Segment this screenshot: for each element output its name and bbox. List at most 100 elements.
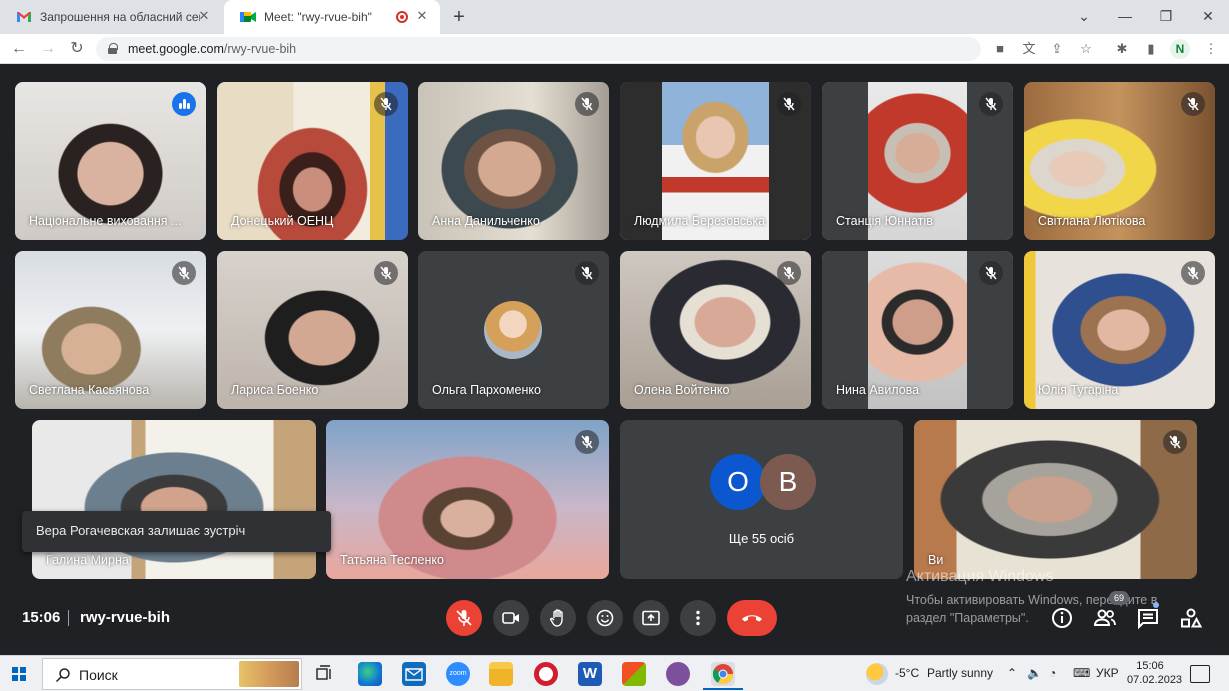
taskbar-clock[interactable]: 15:06 07.02.2023	[1127, 659, 1182, 687]
volume-icon[interactable]: 🔈	[1027, 666, 1042, 680]
speaking-indicator-icon	[172, 92, 196, 116]
mic-off-icon	[979, 92, 1003, 116]
search-icon	[55, 668, 70, 683]
opera-icon[interactable]	[534, 662, 558, 686]
share-icon[interactable]: ⇪	[1047, 39, 1067, 59]
reload-button[interactable]: ↻	[66, 38, 88, 60]
more-participants-label: Ще 55 осіб	[728, 531, 795, 546]
participant-tile[interactable]: Національне виховання ...	[15, 82, 206, 240]
tab-meet[interactable]: Meet: "rwy-rvue-bih" ✕	[224, 0, 440, 34]
url-text: meet.google.com/rwy-rvue-bih	[128, 42, 296, 56]
chrome-taskbar-icon[interactable]	[711, 662, 735, 686]
chat-icon[interactable]	[1136, 606, 1160, 630]
close-window-button[interactable]: ✕	[1196, 6, 1220, 26]
self-tile[interactable]: Ви	[914, 420, 1197, 579]
meeting-details-icon[interactable]	[1050, 606, 1074, 630]
present-button[interactable]	[633, 600, 669, 636]
raise-hand-button[interactable]	[540, 600, 576, 636]
leave-call-button[interactable]	[727, 600, 777, 636]
new-tab-button[interactable]: +	[449, 5, 469, 29]
bookmark-star-icon[interactable]: ☆	[1076, 39, 1096, 59]
participant-name: Олена Войтенко	[634, 383, 730, 397]
mic-toggle-button[interactable]	[446, 600, 482, 636]
camera-in-use-icon[interactable]: ■	[990, 39, 1010, 59]
weather-icon[interactable]	[866, 663, 888, 685]
side-panel-icon[interactable]: ▮	[1141, 39, 1161, 59]
meet-icon	[240, 9, 256, 25]
mic-off-icon	[979, 261, 1003, 285]
emoji-icon	[596, 609, 614, 627]
participant-name: Лариса Боенко	[231, 383, 319, 397]
weather-temp[interactable]: -5°C	[895, 666, 919, 680]
url-path: /rwy-rvue-bih	[223, 42, 297, 56]
participant-tile[interactable]: Анна Данильченко	[418, 82, 609, 240]
participant-tile[interactable]: Нина Авилова	[822, 251, 1013, 409]
tab-search-icon[interactable]: ⌄	[1072, 6, 1096, 26]
divider	[68, 610, 69, 626]
participant-tile[interactable]: Донецький ОЕНЦ	[217, 82, 408, 240]
word-icon[interactable]: W	[578, 662, 602, 686]
participant-tile[interactable]: Світлана Лютікова	[1024, 82, 1215, 240]
video-camera-icon	[502, 612, 519, 624]
store-icon[interactable]	[622, 662, 646, 686]
reactions-button[interactable]	[587, 600, 623, 636]
weather-text[interactable]: Partly sunny	[927, 666, 993, 680]
wifi-icon[interactable]: ◔	[1049, 666, 1056, 680]
participant-tile[interactable]: Ольга Пархоменко	[418, 251, 609, 409]
tab-gmail[interactable]: Запрошення на обласний семі ✕	[0, 0, 222, 34]
others-tile[interactable]: О В Ще 55 осіб	[620, 420, 903, 579]
lock-icon[interactable]	[108, 43, 118, 54]
browser-tab-strip: Запрошення на обласний семі ✕ Meet: "rwy…	[0, 0, 1229, 34]
notifications-icon[interactable]	[1190, 665, 1210, 683]
activities-icon[interactable]	[1179, 606, 1203, 630]
profile-avatar[interactable]: N	[1170, 39, 1190, 59]
mic-off-icon	[575, 430, 599, 454]
start-button[interactable]	[12, 667, 26, 681]
participant-tile[interactable]: Людмила Березовська	[620, 82, 811, 240]
participant-avatar: В	[760, 454, 816, 510]
minimize-button[interactable]: —	[1113, 6, 1137, 26]
tray-overflow-icon[interactable]: ⌃	[1007, 666, 1017, 680]
mic-off-icon	[374, 261, 398, 285]
participant-tile[interactable]: Галина Мирна	[32, 420, 316, 579]
task-view-icon[interactable]	[312, 662, 336, 686]
participant-tile[interactable]: Светлана Касьянова	[15, 251, 206, 409]
participant-avatar	[484, 301, 542, 359]
zoom-icon[interactable]: zoom	[446, 662, 470, 686]
restore-button[interactable]: ❐	[1154, 6, 1178, 26]
input-language[interactable]: УКР	[1096, 666, 1119, 680]
search-placeholder: Поиск	[79, 667, 118, 683]
participant-name: Національне виховання ...	[29, 214, 182, 228]
mail-icon[interactable]	[402, 662, 426, 686]
participant-tile[interactable]: Лариса Боенко	[217, 251, 408, 409]
participant-tile[interactable]: Олена Войтенко	[620, 251, 811, 409]
more-options-button[interactable]	[680, 600, 716, 636]
participant-tile[interactable]: Станція Юннатів	[822, 82, 1013, 240]
participant-tile[interactable]: Юлія Тугаріна	[1024, 251, 1215, 409]
leave-notification: Вера Рогачевская залишає зустріч	[22, 511, 331, 552]
close-tab-icon[interactable]: ✕	[196, 8, 212, 24]
tab-title: Meet: "rwy-rvue-bih"	[264, 10, 372, 24]
extensions-icon[interactable]: ✱	[1112, 39, 1132, 59]
hang-up-icon	[742, 615, 762, 622]
mic-off-icon	[374, 92, 398, 116]
translate-icon[interactable]: 文	[1019, 39, 1039, 59]
mic-off-icon	[575, 92, 599, 116]
file-explorer-icon[interactable]	[489, 662, 513, 686]
forward-button[interactable]: →	[37, 38, 59, 60]
edge-icon[interactable]	[358, 662, 382, 686]
chat-unread-dot	[1153, 602, 1159, 608]
people-icon[interactable]	[1093, 606, 1117, 630]
participant-name: Анна Данильченко	[432, 214, 540, 228]
address-bar[interactable]: meet.google.com/rwy-rvue-bih	[96, 37, 981, 61]
participant-name: Ви	[928, 553, 944, 567]
back-button[interactable]: ←	[8, 38, 30, 60]
viber-icon[interactable]	[666, 662, 690, 686]
chrome-menu-icon[interactable]: ⋮	[1201, 39, 1221, 59]
taskbar-search[interactable]: Поиск	[42, 658, 302, 690]
meeting-time: 15:06	[22, 609, 61, 626]
participant-tile[interactable]: Татьяна Тесленко	[326, 420, 609, 579]
keyboard-icon[interactable]: ⌨	[1073, 666, 1090, 680]
camera-toggle-button[interactable]	[493, 600, 529, 636]
close-tab-icon[interactable]: ✕	[414, 8, 430, 24]
